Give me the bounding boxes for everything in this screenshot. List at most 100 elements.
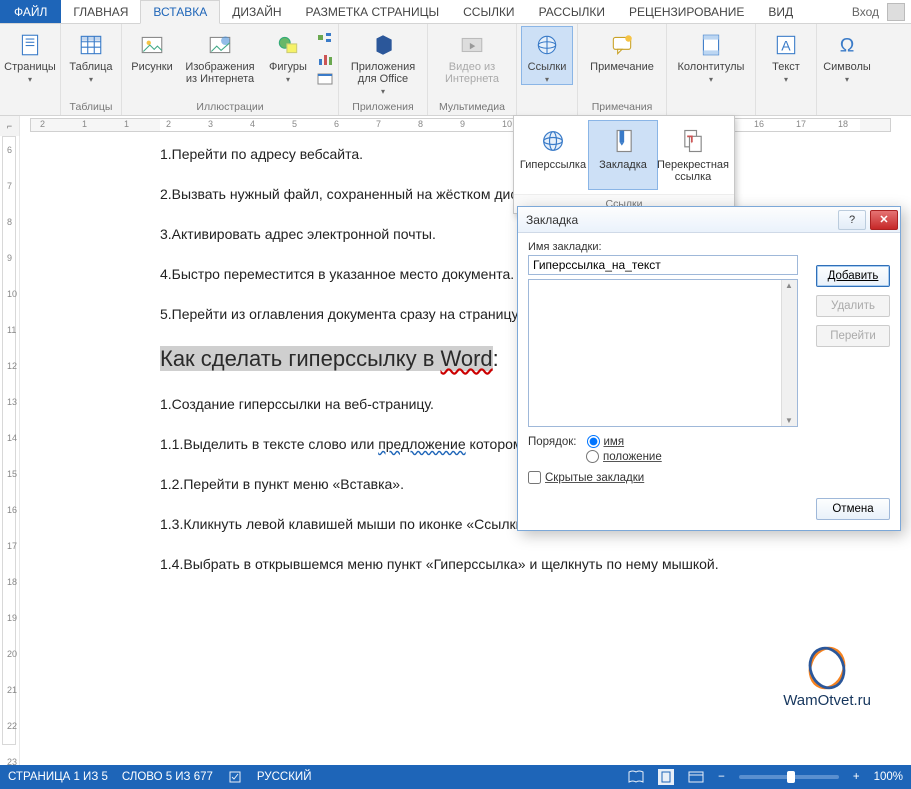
text-label: Текст: [772, 61, 800, 73]
crossref-label: Перекрестная ссылка: [657, 159, 729, 183]
bookmark-dialog: Закладка ? ✕ Имя закладки: Добавить Удал…: [517, 206, 901, 531]
bookmark-icon: [609, 127, 637, 155]
tab-file[interactable]: ФАЙЛ: [0, 0, 61, 23]
links-button[interactable]: Ссылки ▾: [521, 26, 573, 85]
office-apps-icon: [369, 31, 397, 59]
omega-icon: Ω: [833, 31, 861, 59]
globe-icon: [539, 127, 567, 155]
comment-label: Примечание: [590, 61, 654, 73]
header-footer-label: Колонтитулы: [678, 61, 745, 73]
links-dropdown: Гиперссылка Закладка Перекрестная ссылка…: [513, 115, 735, 214]
zoom-in[interactable]: +: [853, 771, 860, 783]
tab-insert[interactable]: ВСТАВКА: [140, 0, 220, 24]
bookmark-list[interactable]: [528, 279, 798, 427]
chart-icon[interactable]: [316, 50, 334, 68]
word-status[interactable]: СЛОВО 5 ИЗ 677: [122, 771, 213, 783]
tab-references[interactable]: ССЫЛКИ: [451, 0, 526, 23]
picture-icon: [138, 31, 166, 59]
tab-review[interactable]: РЕЦЕНЗИРОВАНИЕ: [617, 0, 756, 23]
tab-page-layout[interactable]: РАЗМЕТКА СТРАНИЦЫ: [294, 0, 452, 23]
hidden-bookmarks-checkbox[interactable]: Скрытые закладки: [528, 471, 644, 484]
svg-text:Ω: Ω: [840, 35, 855, 57]
chevron-down-icon: ▾: [709, 75, 713, 84]
cancel-button[interactable]: Отмена: [816, 498, 890, 520]
links-label: Ссылки: [528, 61, 567, 73]
chevron-down-icon: ▾: [545, 75, 549, 84]
group-label: Таблицы: [70, 99, 113, 115]
symbols-button[interactable]: Ω Символы ▾: [821, 26, 873, 85]
chevron-down-icon: ▾: [845, 75, 849, 84]
header-footer-icon: [697, 31, 725, 59]
apps-button[interactable]: Приложения для Office ▾: [343, 26, 423, 97]
group-label: Примечания: [592, 99, 653, 115]
pictures-label: Рисунки: [131, 61, 173, 73]
user-icon[interactable]: [887, 3, 905, 21]
tab-view[interactable]: ВИД: [756, 0, 805, 23]
shapes-label: Фигуры: [269, 61, 307, 73]
help-button[interactable]: ?: [838, 210, 866, 230]
doc-line: 1.4.Выбрать в открывшемся меню пункт «Ги…: [160, 556, 871, 572]
print-layout-icon[interactable]: [658, 769, 674, 785]
zoom-out[interactable]: −: [718, 771, 725, 783]
bookmark-name-input[interactable]: [528, 255, 798, 275]
bookmark-option[interactable]: Закладка: [588, 120, 658, 190]
illustrations-extra: [316, 26, 334, 88]
crossref-option[interactable]: Перекрестная ссылка: [658, 120, 728, 190]
chevron-down-icon: ▾: [28, 75, 32, 84]
hyperlink-option[interactable]: Гиперссылка: [518, 120, 588, 190]
table-button[interactable]: Таблица ▾: [65, 26, 117, 85]
video-icon: [458, 31, 486, 59]
dialog-titlebar[interactable]: Закладка ? ✕: [518, 207, 900, 233]
bookmark-name-label: Имя закладки:: [528, 241, 890, 253]
scrollbar[interactable]: [781, 280, 797, 426]
comment-button[interactable]: Примечание: [582, 26, 662, 74]
table-label: Таблица: [69, 61, 112, 73]
spellcheck-icon[interactable]: [227, 769, 243, 785]
text-button[interactable]: A Текст ▾: [760, 26, 812, 85]
page-icon: [16, 31, 44, 59]
order-position-radio[interactable]: положение: [586, 450, 662, 463]
smartart-icon[interactable]: [316, 30, 334, 48]
close-button[interactable]: ✕: [870, 210, 898, 230]
online-pictures-label: Изображения из Интернета: [183, 61, 257, 85]
svg-text:A: A: [781, 37, 791, 53]
chevron-down-icon: ▾: [89, 75, 93, 84]
order-name-radio[interactable]: имя: [587, 435, 625, 448]
video-label: Видео из Интернета: [435, 61, 509, 85]
apps-label: Приложения для Office: [346, 61, 420, 85]
language-status[interactable]: РУССКИЙ: [257, 771, 312, 783]
watermark: WamOtvet.ru: [783, 646, 871, 709]
add-button[interactable]: Добавить: [816, 265, 890, 287]
online-picture-icon: [206, 31, 234, 59]
online-video-button[interactable]: Видео из Интернета: [432, 26, 512, 86]
hyperlink-label: Гиперссылка: [520, 159, 586, 171]
screenshot-icon[interactable]: [316, 70, 334, 88]
zoom-slider[interactable]: [739, 775, 839, 779]
header-footer-button[interactable]: Колонтитулы ▾: [671, 26, 751, 85]
shapes-icon: [274, 31, 302, 59]
tab-mailings[interactable]: РАССЫЛКИ: [527, 0, 617, 23]
ribbon-tabs: ФАЙЛ ГЛАВНАЯ ВСТАВКА ДИЗАЙН РАЗМЕТКА СТР…: [0, 0, 911, 24]
shapes-button[interactable]: Фигуры ▾: [262, 26, 314, 85]
zoom-value[interactable]: 100%: [874, 771, 903, 783]
dialog-title: Закладка: [526, 213, 578, 227]
ruler-corner: ⌐: [0, 116, 20, 136]
horizontal-ruler[interactable]: 21123456789101112131415161718: [20, 116, 911, 136]
chevron-down-icon: ▾: [784, 75, 788, 84]
ruler: ⌐ 21123456789101112131415161718: [0, 116, 911, 136]
pictures-button[interactable]: Рисунки: [126, 26, 178, 74]
ribbon: Страницы ▾ Таблица ▾ Таблицы Рисунки Изо…: [0, 24, 911, 116]
group-label: Иллюстрации: [196, 99, 263, 115]
goto-button: Перейти: [816, 325, 890, 347]
pages-button[interactable]: Страницы ▾: [4, 26, 56, 85]
comment-icon: [608, 31, 636, 59]
online-pictures-button[interactable]: Изображения из Интернета: [180, 26, 260, 86]
signin-link[interactable]: Вход: [852, 5, 879, 19]
vertical-ruler[interactable]: 67891011121314151617181920212223: [0, 136, 20, 765]
web-layout-icon[interactable]: [688, 769, 704, 785]
tab-design[interactable]: ДИЗАЙН: [220, 0, 293, 23]
read-mode-icon[interactable]: [628, 769, 644, 785]
group-label: Мультимедиа: [439, 99, 505, 115]
page-status[interactable]: СТРАНИЦА 1 ИЗ 5: [8, 771, 108, 783]
tab-home[interactable]: ГЛАВНАЯ: [61, 0, 140, 23]
